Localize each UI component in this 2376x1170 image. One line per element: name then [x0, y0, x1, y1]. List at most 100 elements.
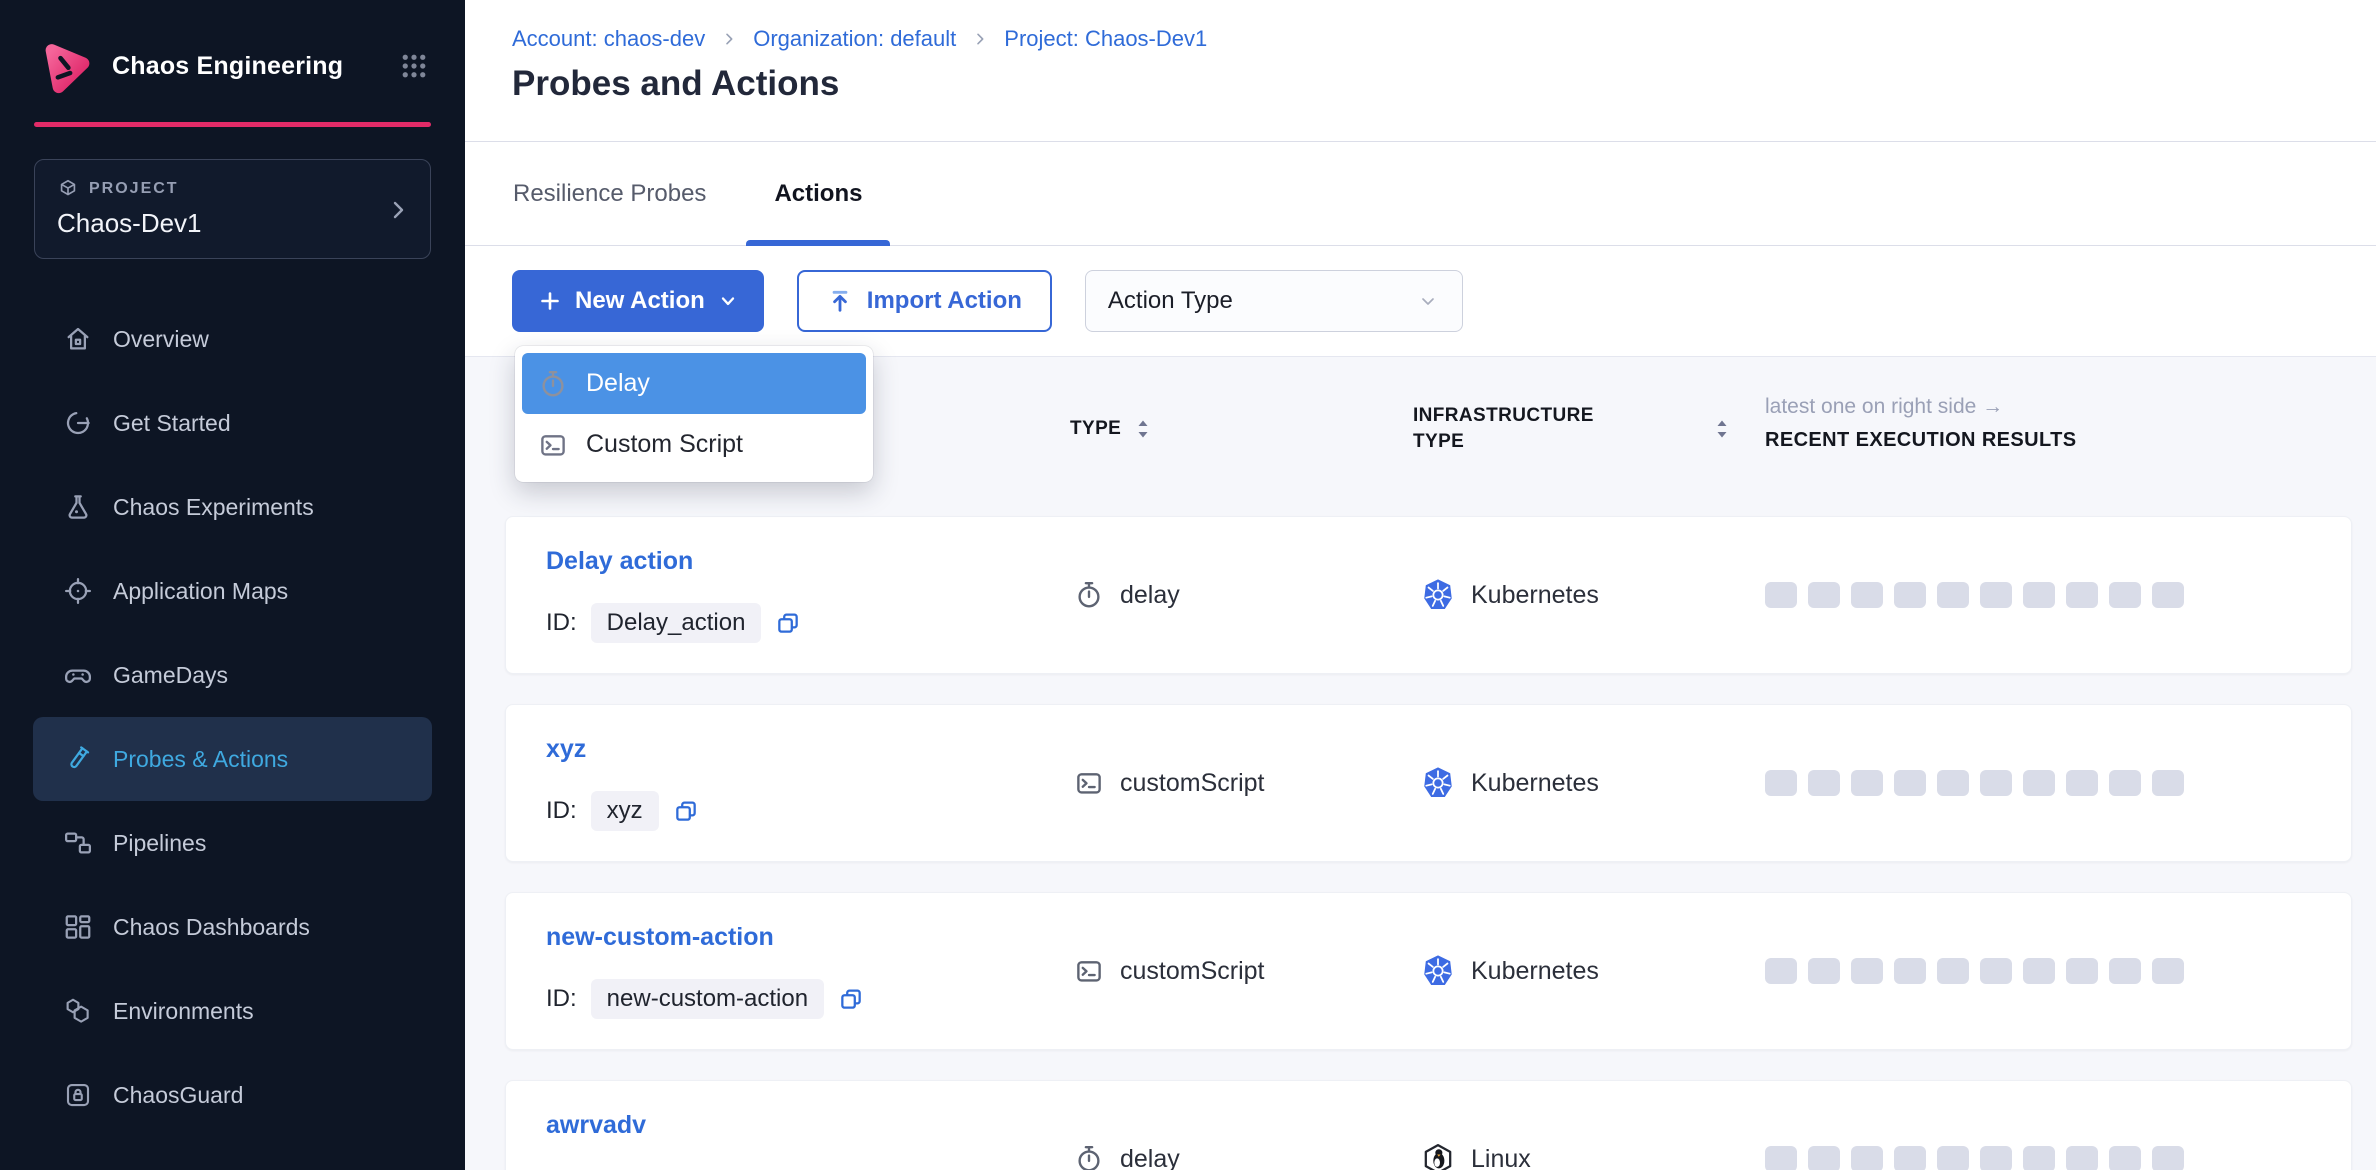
- action-rows: Delay action ID: Delay_action: [505, 516, 2352, 1170]
- sidebar-item-chaos-experiments[interactable]: Chaos Experiments: [33, 465, 432, 549]
- breadcrumb-organization-link[interactable]: Organization: default: [753, 26, 956, 52]
- sidebar: Chaos Engineering PROJECT Chaos-Dev1: [0, 0, 465, 1170]
- sidebar-item-label: Chaos Experiments: [113, 494, 314, 521]
- breadcrumb-project-link[interactable]: Project: Chaos-Dev1: [1004, 26, 1207, 52]
- upload-icon: [827, 288, 853, 314]
- tab-resilience-probes[interactable]: Resilience Probes: [485, 142, 734, 245]
- menu-item-custom-script[interactable]: Custom Script: [522, 414, 866, 475]
- execution-result-placeholder: [1765, 958, 1797, 984]
- app-grid-icon[interactable]: [399, 51, 429, 81]
- execution-result-placeholder: [2109, 582, 2141, 608]
- execution-result-placeholder: [1937, 1146, 1969, 1170]
- terminal-icon: [1074, 956, 1104, 986]
- execution-result-placeholder: [1937, 958, 1969, 984]
- execution-result-placeholder: [1980, 1146, 2012, 1170]
- breadcrumb: Account: chaos-dev Organization: default…: [512, 26, 2376, 52]
- table-row: new-custom-action ID: new-custom-action: [505, 892, 2352, 1050]
- terminal-icon: [538, 430, 568, 460]
- execution-result-placeholder: [1851, 1146, 1883, 1170]
- chevron-down-icon: [1416, 289, 1440, 313]
- new-action-button[interactable]: New Action: [512, 270, 764, 332]
- results-note: latest one on right side →: [1765, 395, 2003, 418]
- kubernetes-icon: [1421, 578, 1455, 612]
- plus-icon: [538, 289, 562, 313]
- app-title: Chaos Engineering: [112, 52, 343, 81]
- menu-item-delay[interactable]: Delay: [522, 353, 866, 414]
- sidebar-item-application-maps[interactable]: Application Maps: [33, 549, 432, 633]
- action-name-link[interactable]: awrvadv: [546, 1111, 646, 1140]
- column-header-recent-execution-results: RECENT EXECUTION RESULTS: [1765, 429, 2076, 452]
- column-header-infrastructure-type[interactable]: INFRASTRUCTURE TYPE: [1413, 403, 1648, 454]
- sidebar-item-probes-actions[interactable]: Probes & Actions: [33, 717, 432, 801]
- infrastructure-type-value: Kubernetes: [1471, 581, 1599, 610]
- sidebar-item-get-started[interactable]: Get Started: [33, 381, 432, 465]
- copy-icon[interactable]: [838, 986, 864, 1012]
- sidebar-item-overview[interactable]: Overview: [33, 297, 432, 381]
- id-label: ID:: [546, 985, 577, 1013]
- stopwatch-icon: [1074, 580, 1104, 610]
- import-action-button[interactable]: Import Action: [797, 270, 1052, 332]
- recent-execution-results: [1765, 705, 2184, 861]
- sort-icon[interactable]: [1712, 417, 1732, 441]
- sidebar-item-chaos-dashboards[interactable]: Chaos Dashboards: [33, 885, 432, 969]
- action-type-value: customScript: [1120, 957, 1264, 986]
- sidebar-nav: Overview Get Started Chaos Experiments: [0, 297, 465, 1137]
- kubernetes-icon: [1421, 766, 1455, 800]
- execution-result-placeholder: [2066, 582, 2098, 608]
- column-header-type[interactable]: TYPE: [1070, 418, 1121, 440]
- execution-result-placeholder: [1851, 958, 1883, 984]
- copy-icon[interactable]: [775, 610, 801, 636]
- chevron-right-icon: [721, 31, 737, 47]
- id-label: ID:: [546, 609, 577, 637]
- page-title: Probes and Actions: [512, 64, 2376, 104]
- sidebar-item-label: Pipelines: [113, 830, 206, 857]
- execution-result-placeholder: [2152, 958, 2184, 984]
- sidebar-item-label: Overview: [113, 326, 209, 353]
- dashboard-grid-icon: [63, 912, 93, 942]
- execution-result-placeholder: [1894, 770, 1926, 796]
- breadcrumb-account-link[interactable]: Account: chaos-dev: [512, 26, 705, 52]
- execution-result-placeholder: [1851, 582, 1883, 608]
- execution-result-placeholder: [2066, 958, 2098, 984]
- sort-icon[interactable]: [1133, 417, 1153, 441]
- chevron-down-icon: [718, 291, 738, 311]
- new-action-label: New Action: [575, 287, 705, 315]
- execution-result-placeholder: [2066, 1146, 2098, 1170]
- recent-execution-results: [1765, 1081, 2184, 1170]
- action-type-filter[interactable]: Action Type: [1085, 270, 1463, 332]
- project-name: Chaos-Dev1: [57, 208, 410, 239]
- tab-actions[interactable]: Actions: [746, 142, 890, 245]
- sidebar-item-label: GameDays: [113, 662, 228, 689]
- menu-item-label: Delay: [586, 369, 650, 398]
- project-selector[interactable]: PROJECT Chaos-Dev1: [34, 159, 431, 259]
- execution-result-placeholder: [2109, 1146, 2141, 1170]
- copy-icon[interactable]: [673, 798, 699, 824]
- execution-result-placeholder: [1894, 958, 1926, 984]
- execution-result-placeholder: [1937, 582, 1969, 608]
- id-label: ID:: [546, 797, 577, 825]
- action-id-value: Delay_action: [591, 603, 762, 643]
- action-type-value: customScript: [1120, 769, 1264, 798]
- execution-result-placeholder: [1980, 770, 2012, 796]
- action-name-link[interactable]: new-custom-action: [546, 923, 774, 952]
- column-header-results: latest one on right side → RECENT EXECUT…: [1765, 395, 2076, 452]
- execution-result-placeholder: [1808, 1146, 1840, 1170]
- sidebar-item-label: Application Maps: [113, 578, 288, 605]
- hexagons-icon: [63, 996, 93, 1026]
- execution-result-placeholder: [2066, 770, 2098, 796]
- infrastructure-type-value: Kubernetes: [1471, 957, 1599, 986]
- sidebar-item-gamedays[interactable]: GameDays: [33, 633, 432, 717]
- new-action-menu: Delay Custom Script: [515, 346, 873, 482]
- execution-result-placeholder: [1765, 582, 1797, 608]
- action-type-value: delay: [1120, 1145, 1180, 1170]
- sidebar-item-chaosguard[interactable]: ChaosGuard: [33, 1053, 432, 1137]
- action-name-link[interactable]: Delay action: [546, 547, 693, 576]
- infrastructure-type-value: Kubernetes: [1471, 769, 1599, 798]
- execution-result-placeholder: [1980, 582, 2012, 608]
- test-tube-icon: [63, 744, 93, 774]
- chaos-engineering-logo-icon: [36, 38, 92, 94]
- sidebar-item-pipelines[interactable]: Pipelines: [33, 801, 432, 885]
- sidebar-item-environments[interactable]: Environments: [33, 969, 432, 1053]
- execution-result-placeholder: [1808, 582, 1840, 608]
- action-name-link[interactable]: xyz: [546, 735, 586, 764]
